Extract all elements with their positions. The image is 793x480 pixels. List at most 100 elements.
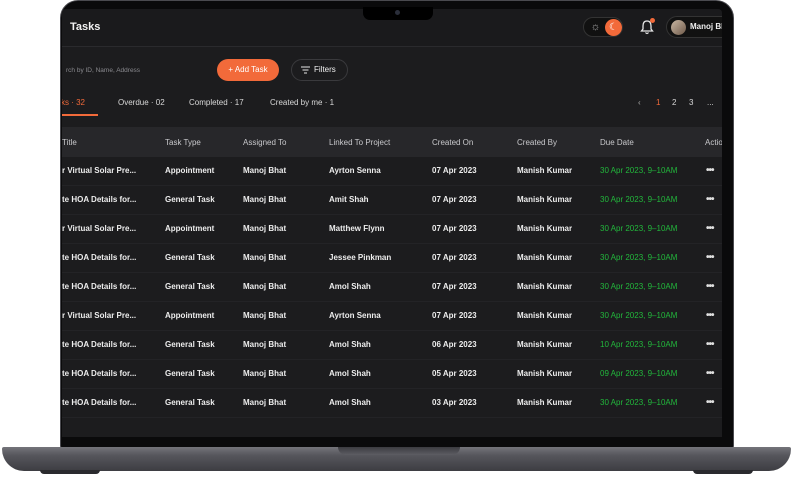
cell-assigned: Manoj Bhat xyxy=(243,253,287,262)
camera-notch xyxy=(363,7,433,20)
tab-created-by-me[interactable]: Created by me · 1 xyxy=(270,98,334,107)
cell-title: te HOA Details for... xyxy=(62,195,137,204)
notification-dot xyxy=(650,18,655,23)
cell-title: r Virtual Solar Pre... xyxy=(62,311,137,320)
cell-by: Manish Kumar xyxy=(517,195,573,204)
cell-due: 30 Apr 2023, 9–10AM xyxy=(600,282,678,291)
search-input[interactable]: rch by ID, Name, Address xyxy=(62,61,198,81)
user-name: Manoj Bhat xyxy=(690,22,722,31)
cell-due: 30 Apr 2023, 9–10AM xyxy=(600,253,678,262)
theme-toggle[interactable]: ☼ ☾ xyxy=(583,17,623,37)
cell-title: te HOA Details for... xyxy=(62,253,137,262)
table-header: Title Task Type Assigned To Linked To Pr… xyxy=(62,127,722,157)
cell-project: Amol Shah xyxy=(329,340,371,349)
cell-created: 07 Apr 2023 xyxy=(432,311,477,320)
laptop-foot xyxy=(40,470,100,474)
sun-icon[interactable]: ☼ xyxy=(589,21,602,34)
cell-due: 10 Apr 2023, 9–10AM xyxy=(600,340,678,349)
cell-type: General Task xyxy=(165,195,215,204)
app-screen: Tasks ☼ ☾ Manoj Bhat rch by ID, Name, Ad… xyxy=(62,9,722,437)
laptop-foot xyxy=(693,470,753,474)
cell-project: Amol Shah xyxy=(329,398,371,407)
cell-due: 30 Apr 2023, 9–10AM xyxy=(600,166,678,175)
cell-created: 07 Apr 2023 xyxy=(432,253,477,262)
page-title: Tasks xyxy=(70,21,101,33)
column-task-type[interactable]: Task Type xyxy=(165,138,201,147)
tab-completed[interactable]: Completed · 17 xyxy=(189,98,244,107)
page-3-button[interactable]: 3 xyxy=(689,98,693,107)
cell-by: Manish Kumar xyxy=(517,224,573,233)
tab-overdue[interactable]: Overdue · 02 xyxy=(118,98,165,107)
cell-by: Manish Kumar xyxy=(517,166,573,175)
tab-all-tasks[interactable]: ks · 32 xyxy=(62,98,85,107)
cell-title: r Virtual Solar Pre... xyxy=(62,224,137,233)
cell-due: 09 Apr 2023, 9–10AM xyxy=(600,369,678,378)
column-created-on[interactable]: Created On xyxy=(432,138,473,147)
more-horizontal-icon[interactable]: ••• xyxy=(706,194,714,205)
table-row[interactable]: te HOA Details for... General Task Manoj B… xyxy=(62,360,722,389)
cell-created: 07 Apr 2023 xyxy=(432,282,477,291)
table-row[interactable]: te HOA Details for... General Task Manoj B… xyxy=(62,331,722,360)
cell-created: 05 Apr 2023 xyxy=(432,369,477,378)
cell-assigned: Manoj Bhat xyxy=(243,369,287,378)
page-2-button[interactable]: 2 xyxy=(672,98,676,107)
column-due-date[interactable]: Due Date xyxy=(600,138,634,147)
cell-assigned: Manoj Bhat xyxy=(243,282,287,291)
more-horizontal-icon[interactable]: ••• xyxy=(706,397,714,408)
cell-assigned: Manoj Bhat xyxy=(243,398,287,407)
add-task-button[interactable]: + Add Task xyxy=(217,59,279,81)
cell-title: r Virtual Solar Pre... xyxy=(62,166,137,175)
base-notch xyxy=(338,447,460,455)
cell-created: 07 Apr 2023 xyxy=(432,195,477,204)
cell-type: General Task xyxy=(165,340,215,349)
cell-created: 07 Apr 2023 xyxy=(432,166,477,175)
more-horizontal-icon[interactable]: ••• xyxy=(706,310,714,321)
cell-due: 30 Apr 2023, 9–10AM xyxy=(600,195,678,204)
table-row[interactable]: te HOA Details for... General Task Manoj B… xyxy=(62,273,722,302)
cell-title: te HOA Details for... xyxy=(62,398,137,407)
more-horizontal-icon[interactable]: ••• xyxy=(706,223,714,234)
cell-created: 06 Apr 2023 xyxy=(432,340,477,349)
table-row[interactable]: r Virtual Solar Pre... Appointment Manoj B… xyxy=(62,157,722,186)
filter-icon xyxy=(301,66,310,74)
cell-type: General Task xyxy=(165,398,215,407)
cell-project: Amit Shah xyxy=(329,195,369,204)
more-horizontal-icon[interactable]: ••• xyxy=(706,368,714,379)
more-horizontal-icon[interactable]: ••• xyxy=(706,252,714,263)
cell-project: Ayrton Senna xyxy=(329,311,381,320)
more-pages[interactable]: ... xyxy=(707,98,714,107)
cell-due: 30 Apr 2023, 9–10AM xyxy=(600,398,678,407)
cell-type: General Task xyxy=(165,253,215,262)
user-menu[interactable]: Manoj Bhat xyxy=(666,16,722,38)
table-row[interactable]: te HOA Details for... General Task Manoj B… xyxy=(62,186,722,215)
column-assigned-to[interactable]: Assigned To xyxy=(243,138,286,147)
cell-type: Appointment xyxy=(165,311,215,320)
cell-type: Appointment xyxy=(165,166,215,175)
active-tab-indicator xyxy=(62,114,98,116)
cell-by: Manish Kumar xyxy=(517,311,573,320)
more-horizontal-icon[interactable]: ••• xyxy=(706,339,714,350)
cell-type: Appointment xyxy=(165,224,215,233)
column-title[interactable]: Title xyxy=(62,138,77,147)
cell-type: General Task xyxy=(165,369,215,378)
table-row[interactable]: r Virtual Solar Pre... Appointment Manoj B… xyxy=(62,215,722,244)
cell-project: Jessee Pinkman xyxy=(329,253,392,262)
cell-assigned: Manoj Bhat xyxy=(243,340,287,349)
column-created-by[interactable]: Created By xyxy=(517,138,557,147)
more-horizontal-icon[interactable]: ••• xyxy=(706,281,714,292)
cell-created: 03 Apr 2023 xyxy=(432,398,477,407)
cell-created: 07 Apr 2023 xyxy=(432,224,477,233)
chevron-left-icon[interactable]: ‹ xyxy=(638,98,641,107)
cell-project: Matthew Flynn xyxy=(329,224,385,233)
cell-by: Manish Kumar xyxy=(517,340,573,349)
page-1-button[interactable]: 1 xyxy=(656,98,660,107)
column-action: Actio xyxy=(705,138,722,147)
table-row[interactable]: r Virtual Solar Pre... Appointment Manoj B… xyxy=(62,302,722,331)
filters-button[interactable]: Filters xyxy=(291,59,348,81)
table-row[interactable]: te HOA Details for... General Task Manoj B… xyxy=(62,244,722,273)
column-linked-project[interactable]: Linked To Project xyxy=(329,138,390,147)
cell-by: Manish Kumar xyxy=(517,282,573,291)
moon-icon[interactable]: ☾ xyxy=(605,19,622,36)
table-row[interactable]: te HOA Details for... General Task Manoj B… xyxy=(62,389,722,418)
more-horizontal-icon[interactable]: ••• xyxy=(706,165,714,176)
